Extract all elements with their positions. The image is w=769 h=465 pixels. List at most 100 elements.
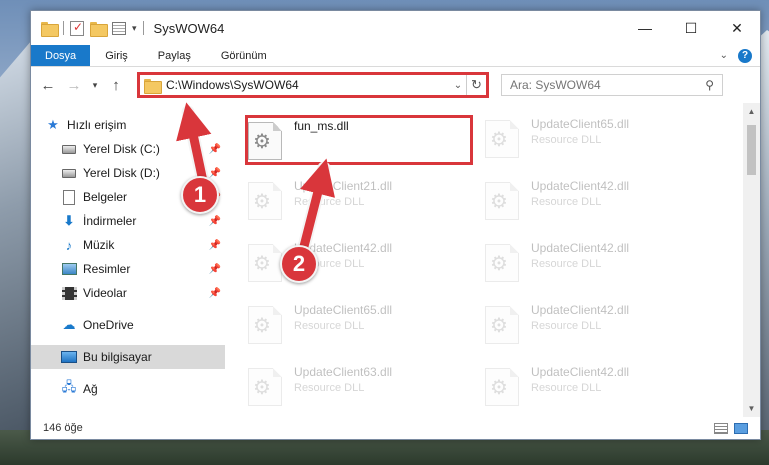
back-button[interactable]: ← [37, 74, 59, 96]
expand-ribbon-icon[interactable]: ⌄ [720, 50, 728, 61]
tab-home[interactable]: Giriş [90, 45, 143, 66]
scroll-up-icon[interactable]: ▲ [743, 103, 760, 120]
file-item[interactable]: fun_ms.dll [245, 115, 473, 165]
file-name: UpdateClient65.dll [294, 303, 393, 317]
file-description: Resource DLL [531, 320, 602, 332]
file-name: UpdateClient42.dll [531, 303, 630, 317]
quick-access-toolbar: ▾ [31, 20, 144, 37]
navigation-pane: ★ Hızlı erişim Yerel Disk (C:) 📌 Yerel D… [31, 103, 225, 417]
pin-icon[interactable]: 📌 [209, 144, 221, 155]
content-area: ★ Hızlı erişim Yerel Disk (C:) 📌 Yerel D… [31, 103, 760, 417]
sidebar-item-local-disk-c[interactable]: Yerel Disk (C:) 📌 [31, 137, 225, 161]
tab-share[interactable]: Paylaş [143, 45, 206, 66]
file-description: Resource DLL [531, 134, 602, 146]
sidebar-item-this-pc[interactable]: Bu bilgisayar [31, 345, 225, 369]
maximize-button[interactable]: ☐ [668, 11, 714, 45]
download-icon: ⬇ [63, 213, 75, 228]
sidebar-item-pictures[interactable]: Resimler 📌 [31, 257, 225, 281]
scrollbar-thumb[interactable] [747, 125, 756, 175]
file-item[interactable]: UpdateClient21.dll Resource DLL [248, 178, 476, 228]
sidebar-item-network[interactable]: 🖧 Ağ [31, 377, 225, 401]
details-view-icon[interactable] [714, 422, 728, 434]
vertical-scrollbar[interactable]: ▲ ▼ [743, 103, 760, 417]
search-input[interactable] [510, 78, 706, 92]
file-description: Resource DLL [294, 196, 365, 208]
tab-file[interactable]: Dosya [31, 45, 91, 66]
close-button[interactable]: ✕ [714, 11, 760, 45]
up-button[interactable]: ↑ [105, 74, 127, 96]
file-item[interactable]: UpdateClient65.dll Resource DLL [248, 302, 476, 352]
title-bar: ▾ SysWOW64 — ☐ ✕ [31, 11, 760, 45]
window-controls: — ☐ ✕ [622, 11, 760, 45]
pin-icon[interactable]: 📌 [209, 168, 221, 179]
file-description: Resource DLL [294, 320, 365, 332]
refresh-icon[interactable]: ↻ [466, 75, 486, 95]
properties-checklist-icon[interactable] [70, 20, 84, 36]
sidebar-item-label: Yerel Disk (C:) [83, 142, 160, 156]
recent-locations-button[interactable]: ▾ [89, 74, 101, 96]
ribbon-tabs: Dosya Giriş Paylaş Görünüm ⌄ ? [31, 45, 760, 67]
explorer-window: ▾ SysWOW64 — ☐ ✕ Dosya Giriş Paylaş Görü… [30, 10, 761, 440]
view-switcher [714, 422, 748, 434]
new-folder-icon[interactable] [90, 21, 108, 37]
file-name: UpdateClient63.dll [294, 365, 393, 379]
scroll-down-icon[interactable]: ▼ [743, 400, 760, 417]
ribbon-right-controls: ⌄ ? [720, 45, 760, 66]
help-icon[interactable]: ? [738, 48, 752, 63]
file-item[interactable]: UpdateClient63.dll Resource DLL [248, 364, 476, 414]
sidebar-item-onedrive[interactable]: ☁ OneDrive [31, 313, 225, 337]
customize-toolbar-dropdown-icon[interactable]: ▾ [132, 23, 137, 34]
dll-file-icon [485, 306, 519, 344]
document-icon [61, 189, 77, 205]
forward-arrow-icon: → [66, 76, 82, 94]
forward-button[interactable]: → [63, 74, 85, 96]
pictures-icon [61, 261, 77, 277]
divider [63, 21, 64, 35]
dll-file-icon [248, 244, 282, 282]
up-arrow-icon: ↑ [112, 76, 120, 94]
sidebar-item-videos[interactable]: Videolar 📌 [31, 281, 225, 305]
file-item[interactable]: UpdateClient42.dll Resource DLL [485, 364, 713, 414]
drive-icon [61, 165, 77, 181]
sidebar-item-quick-access[interactable]: ★ Hızlı erişim [31, 113, 225, 137]
pin-icon[interactable]: 📌 [209, 264, 221, 275]
minimize-button[interactable]: — [622, 11, 668, 45]
chevron-down-icon[interactable]: ⌄ [450, 80, 466, 91]
file-item[interactable]: UpdateClient65.dll Resource DLL [485, 116, 713, 166]
file-name: UpdateClient42.dll [531, 365, 630, 379]
computer-icon [61, 349, 77, 365]
properties-icon[interactable] [112, 21, 126, 35]
pin-icon[interactable]: 📌 [209, 288, 221, 299]
pin-icon[interactable]: 📌 [209, 216, 221, 227]
sidebar-item-label: Bu bilgisayar [83, 350, 152, 364]
sidebar-item-label: Ağ [83, 382, 98, 396]
folder-icon [41, 21, 59, 37]
cloud-icon: ☁ [62, 317, 76, 332]
divider [142, 21, 144, 35]
dll-file-icon [248, 368, 282, 406]
search-box[interactable]: ⚲ [501, 74, 723, 96]
videos-icon [61, 285, 77, 301]
pin-icon[interactable]: 📌 [209, 240, 221, 251]
sidebar-item-label: İndirmeler [83, 214, 137, 228]
file-item[interactable]: UpdateClient42.dll Resource DLL [485, 178, 713, 228]
music-icon: ♪ [65, 237, 73, 253]
large-icons-view-icon[interactable] [734, 422, 748, 434]
dll-file-icon [248, 122, 282, 160]
sidebar-item-label: Resimler [83, 262, 131, 276]
sidebar-item-music[interactable]: ♪ Müzik 📌 [31, 233, 225, 257]
sidebar-item-label: Yerel Disk (D:) [83, 166, 160, 180]
file-item[interactable]: UpdateClient42.dll Resource DLL [485, 240, 713, 290]
search-icon[interactable]: ⚲ [705, 78, 714, 92]
file-item[interactable]: UpdateClient42.dll Resource DLL [485, 302, 713, 352]
file-description: Resource DLL [531, 382, 602, 394]
address-bar[interactable]: C:\Windows\SysWOW64 ⌄ ↻ [137, 72, 489, 98]
tab-view[interactable]: Görünüm [206, 45, 282, 66]
callout-2: 2 [280, 245, 318, 283]
file-name: UpdateClient21.dll [294, 179, 393, 193]
address-path[interactable]: C:\Windows\SysWOW64 [166, 78, 450, 92]
file-name: UpdateClient42.dll [531, 241, 630, 255]
back-arrow-icon: ← [40, 76, 56, 94]
sidebar-item-label: Videolar [83, 286, 127, 300]
file-description: Resource DLL [531, 258, 602, 270]
